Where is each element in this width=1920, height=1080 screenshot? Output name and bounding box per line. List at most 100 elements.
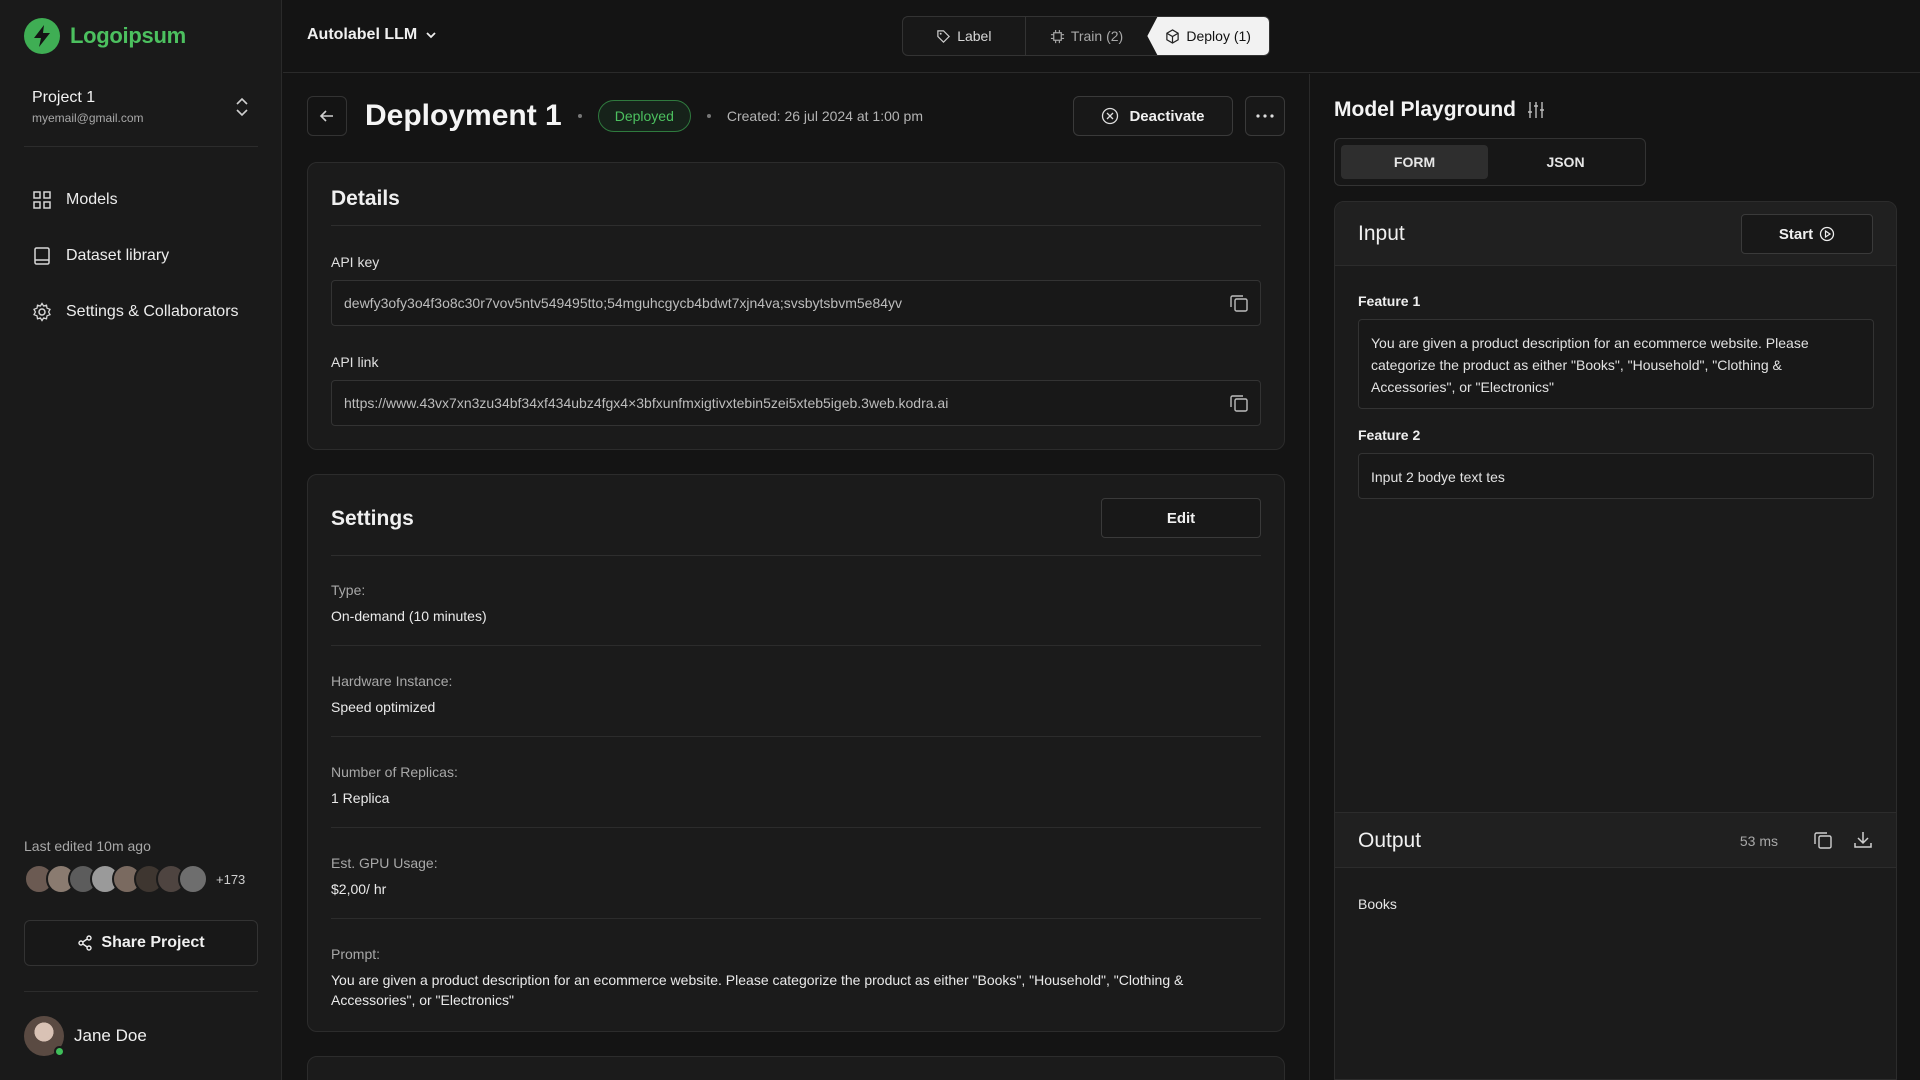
setting-value: You are given a product description for … [331, 972, 1184, 1008]
gear-icon [32, 302, 52, 322]
close-circle-icon [1101, 107, 1119, 125]
share-icon [77, 935, 93, 951]
download-icon[interactable] [1852, 829, 1874, 851]
user-menu[interactable]: Jane Doe [24, 1016, 147, 1057]
project-name: Project 1 [32, 89, 96, 106]
share-project-button[interactable]: Share Project [24, 920, 258, 966]
tag-icon [936, 29, 951, 44]
copy-icon[interactable] [1812, 829, 1834, 851]
sidebar-item-label: Dataset library [66, 247, 170, 264]
step-label-text: Label [957, 28, 992, 44]
card-divider [331, 225, 1261, 226]
sidebar-item-label: Models [66, 191, 118, 208]
playground-title: Model Playground [1334, 98, 1517, 121]
setting-gpu-usage: Est. GPU Usage: $2,00/ hr [331, 855, 1261, 899]
setting-prompt: Prompt: You are given a product descript… [331, 946, 1261, 1010]
online-status-dot [54, 1046, 65, 1057]
sidebar-item-settings[interactable]: Settings & Collaborators [24, 284, 258, 340]
api-link-field[interactable]: https://www.43vx7xn3zu34bf34xf434ubz4fgx… [331, 380, 1261, 426]
api-link-label: API link [331, 354, 379, 370]
card-divider [331, 555, 1261, 556]
setting-value: $2,00/ hr [331, 881, 387, 897]
api-link-value: https://www.43vx7xn3zu34bf34xf434ubz4fgx… [344, 395, 949, 411]
setting-divider [331, 827, 1261, 828]
next-card [307, 1056, 1285, 1080]
setting-value: 1 Replica [331, 790, 390, 806]
arrow-left-icon [318, 107, 336, 125]
page-title: Deployment 1 [365, 99, 562, 132]
sliders-icon[interactable] [1526, 100, 1546, 120]
play-circle-icon [1819, 226, 1835, 242]
setting-divider [331, 918, 1261, 919]
feature1-input[interactable]: You are given a product description for … [1358, 319, 1874, 409]
more-horizontal-icon [1256, 114, 1274, 118]
step-label[interactable]: Label [903, 17, 1025, 55]
cube-icon [1165, 28, 1180, 44]
step-deploy[interactable]: Deploy (1) [1147, 17, 1269, 55]
project-switcher[interactable]: Project 1 myemail@gmail.com [24, 82, 258, 132]
logo[interactable]: Logoipsum [24, 18, 186, 54]
app-name: Autolabel LLM [307, 26, 418, 43]
copy-icon[interactable] [1228, 292, 1250, 314]
setting-key: Number of Replicas: [331, 764, 458, 780]
details-title: Details [331, 187, 400, 210]
created-timestamp: Created: 26 jul 2024 at 1:00 pm [726, 108, 924, 124]
feature2-input[interactable]: Input 2 bodye text tes [1358, 453, 1874, 499]
start-button[interactable]: Start [1741, 214, 1873, 254]
sidebar-item-models[interactable]: Models [24, 172, 258, 228]
playground-header: Model Playground [1334, 98, 1546, 122]
output-header: Output 53 ms [1335, 812, 1896, 868]
playground-box: Input Start Feature 1 You are given a pr… [1334, 201, 1897, 1080]
collaborator-count: +173 [216, 871, 246, 887]
settings-card: Settings Edit Type: On-demand (10 minute… [307, 474, 1285, 1032]
setting-replicas: Number of Replicas: 1 Replica [331, 764, 1261, 808]
model-playground-panel: Model Playground FORM JSON Input Start F… [1309, 74, 1920, 1080]
chip-icon [1050, 29, 1065, 44]
setting-value: On-demand (10 minutes) [331, 608, 487, 624]
deactivate-label: Deactivate [1129, 107, 1205, 125]
form-json-toggle: FORM JSON [1334, 138, 1646, 186]
output-value: Books [1358, 896, 1397, 912]
setting-key: Prompt: [331, 946, 381, 962]
more-options-button[interactable] [1245, 96, 1285, 136]
tab-form[interactable]: FORM [1341, 145, 1488, 179]
last-edited-text: Last edited 10m ago [24, 838, 151, 854]
input-header: Input Start [1335, 202, 1896, 266]
setting-divider [331, 645, 1261, 646]
output-latency: 53 ms [1739, 833, 1778, 849]
feature1-label: Feature 1 [1358, 293, 1421, 309]
project-email: myemail@gmail.com [32, 111, 144, 125]
sidebar-item-dataset-library[interactable]: Dataset library [24, 228, 258, 284]
chevron-down-icon [425, 29, 437, 41]
step-train-text: Train (2) [1070, 28, 1124, 44]
api-key-field[interactable]: dewfy3ofy3o4f3o8c30r7vov5ntv549495tto;54… [331, 280, 1261, 326]
chevron-up-down-icon [234, 96, 250, 118]
sidebar-divider [24, 146, 258, 147]
collaborator-avatars[interactable]: +173 [24, 864, 245, 894]
top-bar: Autolabel LLM Label Train (2) Deploy (1) [283, 0, 1920, 73]
output-title: Output [1358, 829, 1422, 852]
copy-icon[interactable] [1228, 392, 1250, 414]
user-name: Jane Doe [74, 1026, 147, 1045]
tab-json[interactable]: JSON [1492, 145, 1639, 179]
back-button[interactable] [307, 96, 347, 136]
setting-value: Speed optimized [331, 699, 436, 715]
app-switcher[interactable]: Autolabel LLM [307, 26, 437, 44]
setting-key: Type: [331, 582, 366, 598]
setting-key: Hardware Instance: [331, 673, 453, 689]
details-card: Details API key dewfy3ofy3o4f3o8c30r7vov… [307, 162, 1285, 450]
main-content: Deployment 1 Deployed Created: 26 jul 20… [283, 74, 1308, 1080]
bolt-icon [24, 18, 60, 54]
step-train[interactable]: Train (2) [1024, 17, 1148, 55]
step-deploy-text: Deploy (1) [1186, 28, 1251, 44]
setting-key: Est. GPU Usage: [331, 855, 438, 871]
sidebar: Logoipsum Project 1 myemail@gmail.com Mo… [0, 0, 282, 1080]
sidebar-divider [24, 991, 258, 992]
separator-dot [706, 114, 711, 118]
input-title: Input [1358, 222, 1405, 245]
avatar [178, 864, 208, 894]
setting-type: Type: On-demand (10 minutes) [331, 582, 1261, 626]
edit-button[interactable]: Edit [1101, 498, 1261, 538]
deactivate-button[interactable]: Deactivate [1073, 96, 1233, 136]
page-header: Deployment 1 Deployed Created: 26 jul 20… [307, 96, 1285, 136]
